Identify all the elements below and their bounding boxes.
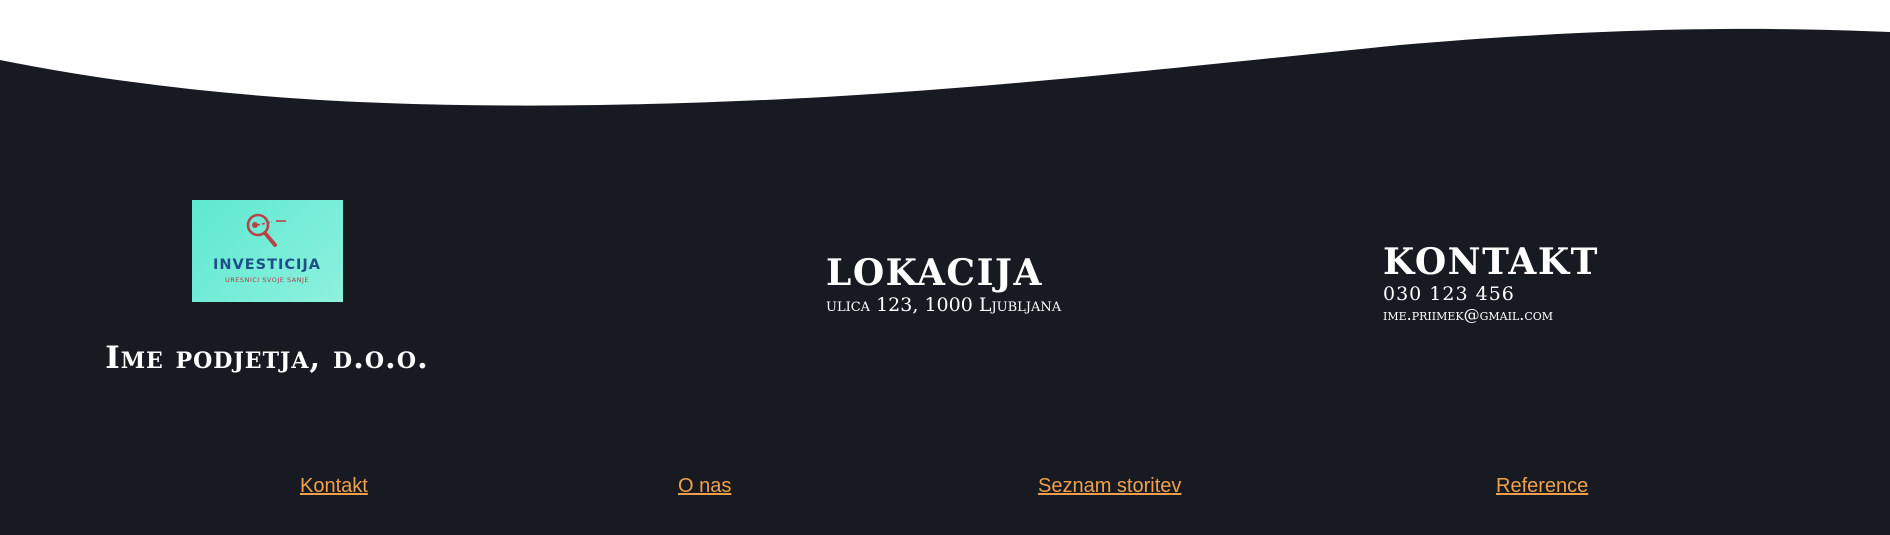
footer-link-kontakt[interactable]: Kontakt	[300, 475, 368, 498]
location-title: LOKACIJA	[826, 252, 1043, 294]
location-address: ulica 123, 1000 Ljubljana	[826, 293, 1062, 316]
company-column: INVESTICIJA URESNICI SVOJE SANJE Ime pod…	[40, 200, 494, 376]
contact-phone: 030 123 456	[1383, 282, 1515, 305]
contact-section: KONTAKT 030 123 456 ime.priimek@gmail.co…	[1383, 241, 1599, 324]
company-name: Ime podjetja, d.o.o.	[105, 340, 429, 376]
company-logo[interactable]: INVESTICIJA URESNICI SVOJE SANJE	[191, 200, 343, 302]
logo-wordmark: INVESTICIJA	[212, 257, 322, 273]
contact-email: ime.priimek@gmail.com	[1383, 304, 1554, 324]
footer-link-reference[interactable]: Reference	[1496, 475, 1588, 498]
logo-tagline: URESNICI SVOJE SANJE	[224, 276, 310, 284]
contact-title: KONTAKT	[1383, 241, 1599, 283]
footer-link-seznam-storitev[interactable]: Seznam storitev	[1038, 475, 1181, 498]
location-section: LOKACIJA ulica 123, 1000 Ljubljana	[826, 252, 1062, 316]
footer-link-o-nas[interactable]: O nas	[678, 475, 731, 498]
magnifier-key-icon	[246, 213, 286, 247]
